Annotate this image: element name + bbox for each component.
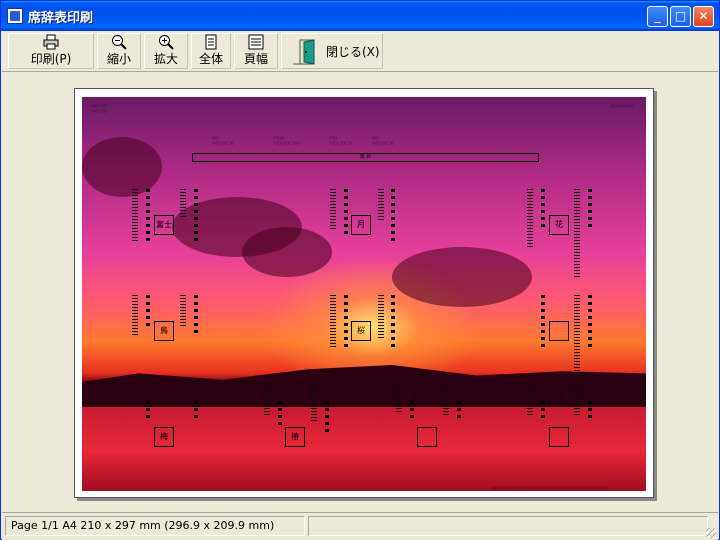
page-lines-icon bbox=[235, 34, 277, 52]
table: 桜 bbox=[351, 321, 371, 341]
table: 梅 bbox=[154, 427, 174, 447]
page-width-label: 頁幅 bbox=[243, 52, 268, 66]
seating-chart: ○○ ○○ ○○ ○○ ○○○○○○○ 高 砂 富士 月 花 鳥 桜 梅 椿 ○… bbox=[92, 103, 635, 490]
minimize-button[interactable]: _ bbox=[647, 6, 668, 27]
magnifier-minus-icon bbox=[98, 34, 140, 52]
zoom-out-button[interactable]: 縮小 bbox=[97, 33, 141, 69]
toolbar: 印刷(P) 縮小 拡大 全体 頁幅 閉じる(X) bbox=[2, 31, 718, 72]
close-window-button[interactable]: ✕ bbox=[693, 6, 714, 27]
paper-page: ○○ ○○ ○○ ○○ ○○○○○○○ 高 砂 富士 月 花 鳥 桜 梅 椿 ○… bbox=[74, 88, 654, 498]
table: 月 bbox=[351, 215, 371, 235]
table: 鳥 bbox=[154, 321, 174, 341]
preview-area[interactable]: ○○ ○○ ○○ ○○ ○○○○○○○ 高 砂 富士 月 花 鳥 桜 梅 椿 ○… bbox=[2, 72, 718, 510]
zoom-out-label: 縮小 bbox=[106, 52, 131, 66]
app-icon[interactable] bbox=[7, 8, 23, 24]
print-button[interactable]: 印刷(P) bbox=[8, 33, 94, 69]
title-bar[interactable]: 席辞表印刷 _ □ ✕ bbox=[1, 1, 719, 31]
zoom-in-label: 拡大 bbox=[153, 52, 178, 66]
print-preview-window: 席辞表印刷 _ □ ✕ 印刷(P) 縮小 拡大 全体 頁幅 閉じる(X) ○○ … bbox=[0, 0, 720, 540]
whole-page-button[interactable]: 全体 bbox=[191, 33, 231, 69]
table: 花 bbox=[549, 215, 569, 235]
table bbox=[549, 427, 569, 447]
zoom-in-button[interactable]: 拡大 bbox=[144, 33, 188, 69]
whole-page-label: 全体 bbox=[198, 52, 223, 66]
table: 富士 bbox=[154, 215, 174, 235]
status-panel bbox=[308, 516, 708, 536]
print-label: 印刷(P) bbox=[30, 52, 72, 66]
page-icon bbox=[192, 34, 230, 52]
table bbox=[417, 427, 437, 447]
close-preview-label: 閉じる(X) bbox=[326, 45, 380, 59]
status-bar: Page 1/1 A4 210 x 297 mm (296.9 x 209.9 … bbox=[2, 512, 718, 540]
page-width-button[interactable]: 頁幅 bbox=[234, 33, 278, 69]
resize-grip[interactable] bbox=[706, 528, 716, 538]
table bbox=[549, 321, 569, 341]
magnifier-plus-icon bbox=[145, 34, 187, 52]
table: 椿 bbox=[285, 427, 305, 447]
close-preview-button[interactable]: 閉じる(X) bbox=[281, 33, 383, 69]
window-title: 席辞表印刷 bbox=[28, 11, 94, 26]
door-exit-icon bbox=[292, 38, 320, 66]
maximize-button[interactable]: □ bbox=[670, 6, 691, 27]
printer-icon bbox=[9, 34, 93, 52]
head-table: 高 砂 bbox=[192, 153, 539, 162]
background-photo: ○○ ○○ ○○ ○○ ○○○○○○○ 高 砂 富士 月 花 鳥 桜 梅 椿 ○… bbox=[82, 97, 646, 491]
page-info-status: Page 1/1 A4 210 x 297 mm (296.9 x 209.9 … bbox=[5, 516, 305, 536]
